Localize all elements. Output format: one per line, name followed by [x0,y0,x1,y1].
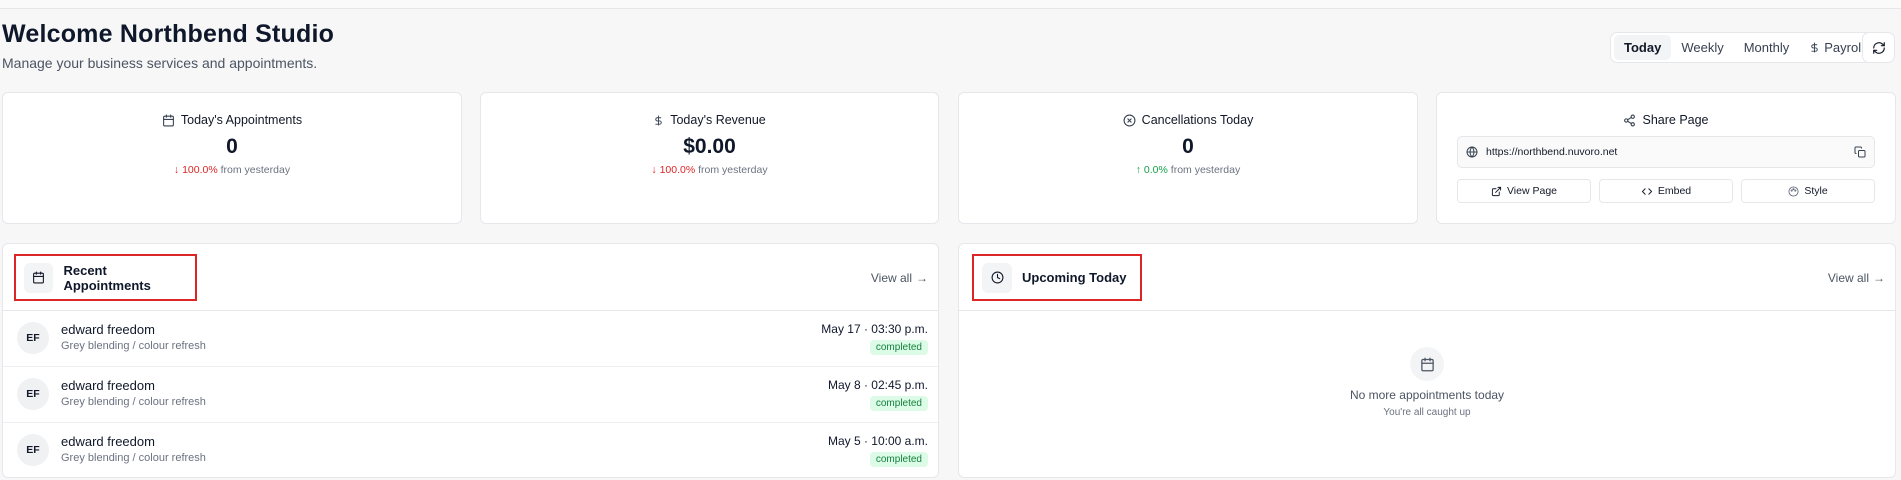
calendar-icon [24,262,54,293]
appointment-name: edward freedom [61,378,155,393]
view-page-button[interactable]: View Page [1457,179,1591,203]
button-label: View Page [1506,185,1557,197]
stat-change-suffix: from yesterday [220,164,291,176]
stat-change-suffix: from yesterday [1170,164,1241,176]
share-page-card: Share Page https://northbend.nuvoro.net … [1436,92,1896,224]
dollar-icon [1809,41,1820,54]
empty-title: No more appointments today [1349,388,1505,402]
stat-label: Today's Appointments [180,113,303,127]
table-row[interactable]: EF edward freedom Grey blending / colour… [3,423,938,479]
tab-label: Weekly [1681,40,1724,55]
tab-today[interactable]: Today [1614,35,1672,60]
stat-card-cancellations: Cancellations Today 0 ↑ 0.0% from yester… [958,92,1418,224]
stat-value: 0 [1182,135,1194,158]
code-icon [1641,186,1653,197]
table-row[interactable]: EF edward freedom Grey blending / colour… [3,311,938,367]
appointment-time: May 17 · 03:30 p.m. [821,322,928,336]
page-header: Welcome Northbend Studio Manage your bus… [2,20,334,71]
refresh-icon [1872,41,1886,55]
panel-header: Upcoming Today View all → [959,244,1895,311]
tab-monthly[interactable]: Monthly [1734,35,1800,60]
upcoming-today-panel: Upcoming Today View all → No more appoin… [958,243,1896,478]
panel-title: Upcoming Today [1022,270,1127,285]
embed-button[interactable]: Embed [1599,179,1733,203]
stat-header: Today's Appointments [3,113,461,127]
stat-change-value: 0.0% [1143,164,1168,176]
arrow-down-icon: ↓ [173,164,180,176]
status-badge: completed [869,396,928,411]
appointment-service: Grey blending / colour refresh [61,452,206,464]
status-badge: completed [869,452,928,467]
tab-weekly[interactable]: Weekly [1671,35,1733,60]
stat-label: Today's Revenue [670,113,766,127]
table-row[interactable]: EF edward freedom Grey blending / colour… [3,367,938,423]
appointment-service: Grey blending / colour refresh [61,340,206,352]
stat-header: Today's Revenue [481,113,938,127]
view-all-link[interactable]: View all → [1828,271,1885,285]
style-button[interactable]: Style [1741,179,1875,203]
button-label: Embed [1657,185,1692,197]
share-url-field[interactable]: https://northbend.nuvoro.net [1457,136,1875,168]
stat-change-suffix: from yesterday [698,164,768,176]
calendar-icon [1410,347,1444,381]
stat-header: Cancellations Today [959,113,1417,127]
appointment-service: Grey blending / colour refresh [61,396,206,408]
arrow-down-icon: ↓ [651,164,657,176]
tab-label: Monthly [1743,40,1790,55]
calendar-icon [162,114,175,127]
empty-subtitle: You're all caught up [1383,407,1471,418]
share-buttons: View Page Embed Style [1457,179,1875,203]
stat-value: $0.00 [683,135,736,158]
appointment-time: May 8 · 02:45 p.m. [827,378,928,392]
share-icon [1623,114,1636,127]
refresh-button[interactable] [1862,32,1895,63]
palette-icon [1788,185,1799,197]
external-link-icon [1491,186,1502,197]
avatar: EF [17,322,49,354]
copy-icon[interactable] [1854,146,1866,158]
share-title: Share Page [1642,113,1709,127]
stat-label: Cancellations Today [1141,113,1254,127]
arrow-right-icon: → [1873,271,1885,285]
stat-change: ↓ 100.0% from yesterday [481,164,938,176]
view-all-label: View all [870,271,912,285]
appointment-name: edward freedom [61,434,155,449]
arrow-up-icon: ↑ [1135,164,1141,176]
panel-title-box: Recent Appointments [14,254,197,301]
recent-appointments-panel: Recent Appointments View all → EF edward… [2,243,939,478]
view-all-label: View all [1827,271,1869,285]
stat-change: ↓ 100.0% from yesterday [3,164,461,176]
appointment-name: edward freedom [61,322,155,337]
page-title: Welcome Northbend Studio [2,20,335,48]
panel-title-box: Upcoming Today [972,254,1142,301]
status-badge: completed [869,340,928,355]
empty-state: No more appointments today You're all ca… [959,347,1895,418]
view-all-link[interactable]: View all → [871,271,928,285]
stat-card-revenue: Today's Revenue $0.00 ↓ 100.0% from yest… [480,92,939,224]
avatar: EF [17,378,49,410]
range-tabs: Today Weekly Monthly Payroll [1610,32,1878,63]
page-subtitle: Manage your business services and appoin… [2,55,318,71]
appointment-time: May 5 · 10:00 a.m. [827,434,928,448]
top-strip [0,0,1901,9]
stat-change-value: 100.0% [659,164,696,176]
tab-label: Payroll [1824,40,1864,55]
stat-value: 0 [226,135,238,158]
panel-header: Recent Appointments View all → [3,244,938,311]
avatar: EF [17,434,49,466]
stat-change-value: 100.0% [182,164,218,176]
share-header: Share Page [1437,113,1895,127]
stat-change: ↑ 0.0% from yesterday [959,164,1417,176]
globe-icon [1466,146,1478,158]
dollar-icon [653,114,664,127]
arrow-right-icon: → [916,271,928,285]
tab-label: Today [1624,40,1662,55]
panel-title: Recent Appointments [63,262,151,293]
button-label: Style [1804,185,1828,197]
clock-icon [982,262,1012,293]
share-url-text: https://northbend.nuvoro.net [1486,146,1618,158]
x-circle-icon [1123,114,1136,127]
stat-card-appointments: Today's Appointments 0 ↓ 100.0% from yes… [2,92,462,224]
